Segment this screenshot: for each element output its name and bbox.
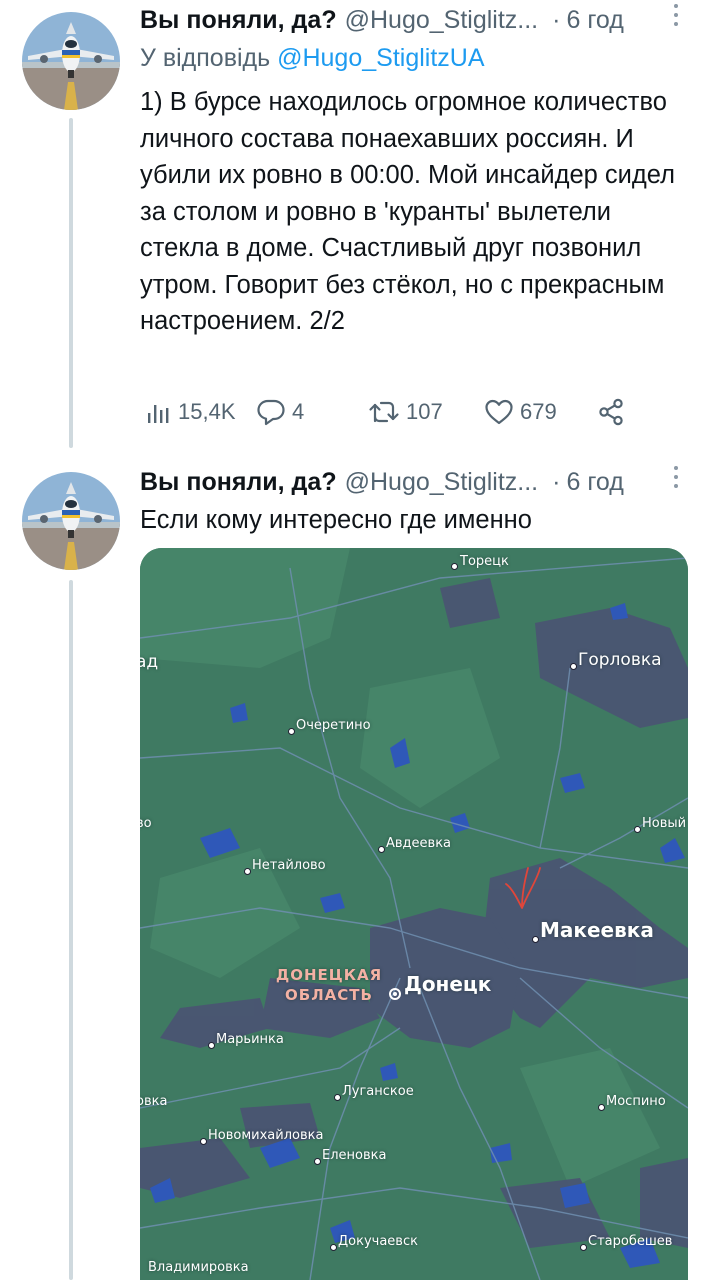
city-dot bbox=[532, 936, 539, 943]
like-button[interactable]: 679 bbox=[484, 392, 557, 432]
share-button[interactable] bbox=[596, 392, 626, 432]
reply-button[interactable]: 4 bbox=[256, 392, 304, 432]
map-label-donetsk: Донецк bbox=[404, 972, 492, 996]
reply-count: 4 bbox=[292, 399, 305, 424]
map-label-noviy: Новый bbox=[642, 816, 687, 831]
timestamp[interactable]: 6 год bbox=[566, 6, 623, 35]
map-label-ovka-edge: овка bbox=[140, 1094, 168, 1109]
map-label-mospino: Моспино bbox=[606, 1094, 666, 1109]
map-label-marinka: Марьинка bbox=[216, 1032, 284, 1047]
heart-icon bbox=[485, 399, 513, 425]
city-dot bbox=[451, 563, 458, 570]
retweet-count: 107 bbox=[406, 399, 443, 424]
reply-mention[interactable]: @Hugo_StiglitzUA bbox=[277, 44, 484, 72]
thread-line bbox=[69, 580, 73, 1280]
map-label-vladimirovka: Владимировка bbox=[148, 1260, 249, 1275]
city-dot bbox=[244, 868, 251, 875]
tweet-header: Вы поняли, да? @Hugo_Stiglitz... · 6 год bbox=[140, 0, 685, 40]
city-dot bbox=[634, 826, 641, 833]
map-label-toretsk: Торецк bbox=[460, 554, 509, 569]
map-label-ad-edge: ад bbox=[140, 652, 159, 672]
like-count: 679 bbox=[520, 399, 557, 424]
map-label-gorlovka: Горловка bbox=[578, 650, 662, 670]
timestamp[interactable]: 6 год bbox=[566, 468, 623, 497]
speech-bubble-icon bbox=[257, 399, 285, 426]
map-label-makeevka: Макеевка bbox=[540, 918, 654, 942]
map-label-elenovka: Еленовка bbox=[322, 1148, 387, 1163]
city-dot bbox=[330, 1244, 337, 1251]
thread-line bbox=[69, 118, 73, 448]
separator: · bbox=[552, 5, 561, 34]
reply-to: У відповідь @Hugo_StiglitzUA bbox=[140, 44, 485, 73]
city-dot bbox=[598, 1104, 605, 1111]
avatar[interactable] bbox=[22, 472, 120, 570]
city-dot bbox=[378, 846, 385, 853]
retweet-icon bbox=[369, 401, 399, 423]
map-label-novomikhaylovka: Новомихайловка bbox=[208, 1128, 324, 1143]
more-dots-icon[interactable] bbox=[671, 466, 681, 496]
author-name[interactable]: Вы поняли, да? bbox=[140, 468, 337, 497]
capital-dot bbox=[389, 988, 401, 1000]
author-name[interactable]: Вы поняли, да? bbox=[140, 6, 337, 35]
map-label-luganskoe: Луганское bbox=[342, 1084, 414, 1099]
map-label-avdeevka: Авдеевка bbox=[386, 836, 452, 851]
map-label-ocheretino: Очеретино bbox=[296, 718, 371, 733]
retweet-button[interactable]: 107 bbox=[368, 392, 443, 432]
views-button[interactable]: 15,4K bbox=[146, 392, 236, 432]
separator: · bbox=[552, 467, 561, 496]
author-handle[interactable]: @Hugo_Stiglitz... bbox=[345, 468, 539, 497]
tweet-text: Если кому интересно где именно bbox=[140, 506, 532, 534]
city-dot bbox=[334, 1094, 341, 1101]
city-dot bbox=[200, 1138, 207, 1145]
tweet-text: 1) В бурсе находилось огромное количеств… bbox=[140, 88, 676, 335]
map-label-starobeshevo: Старобешев bbox=[588, 1234, 673, 1249]
city-dot bbox=[288, 728, 295, 735]
share-icon bbox=[599, 398, 623, 426]
tweet-actions: 15,4K 4 107 679 bbox=[142, 392, 682, 432]
city-dot bbox=[580, 1244, 587, 1251]
map-label-netaylovo: Нетайлово bbox=[252, 858, 326, 873]
map-label-dokuchaevsk: Докучаевск bbox=[338, 1234, 418, 1249]
city-dot bbox=[208, 1042, 215, 1049]
more-dots-icon[interactable] bbox=[671, 4, 681, 34]
avatar[interactable] bbox=[22, 12, 120, 110]
tweet-header: Вы поняли, да? @Hugo_Stiglitz... · 6 год bbox=[140, 462, 685, 502]
city-dot bbox=[570, 663, 577, 670]
map-label-vo-edge: во bbox=[140, 816, 152, 831]
reply-prefix: У відповідь bbox=[140, 44, 271, 72]
map-image[interactable]: Торецк Горловка ад Очеретино во Новый Ав… bbox=[140, 548, 688, 1280]
bar-chart-icon bbox=[148, 405, 169, 423]
map-label-region: ДОНЕЦКАЯ ОБЛАСТЬ bbox=[275, 966, 383, 1004]
city-dot bbox=[314, 1158, 321, 1165]
author-handle[interactable]: @Hugo_Stiglitz... bbox=[345, 6, 539, 35]
views-count: 15,4K bbox=[178, 399, 236, 424]
